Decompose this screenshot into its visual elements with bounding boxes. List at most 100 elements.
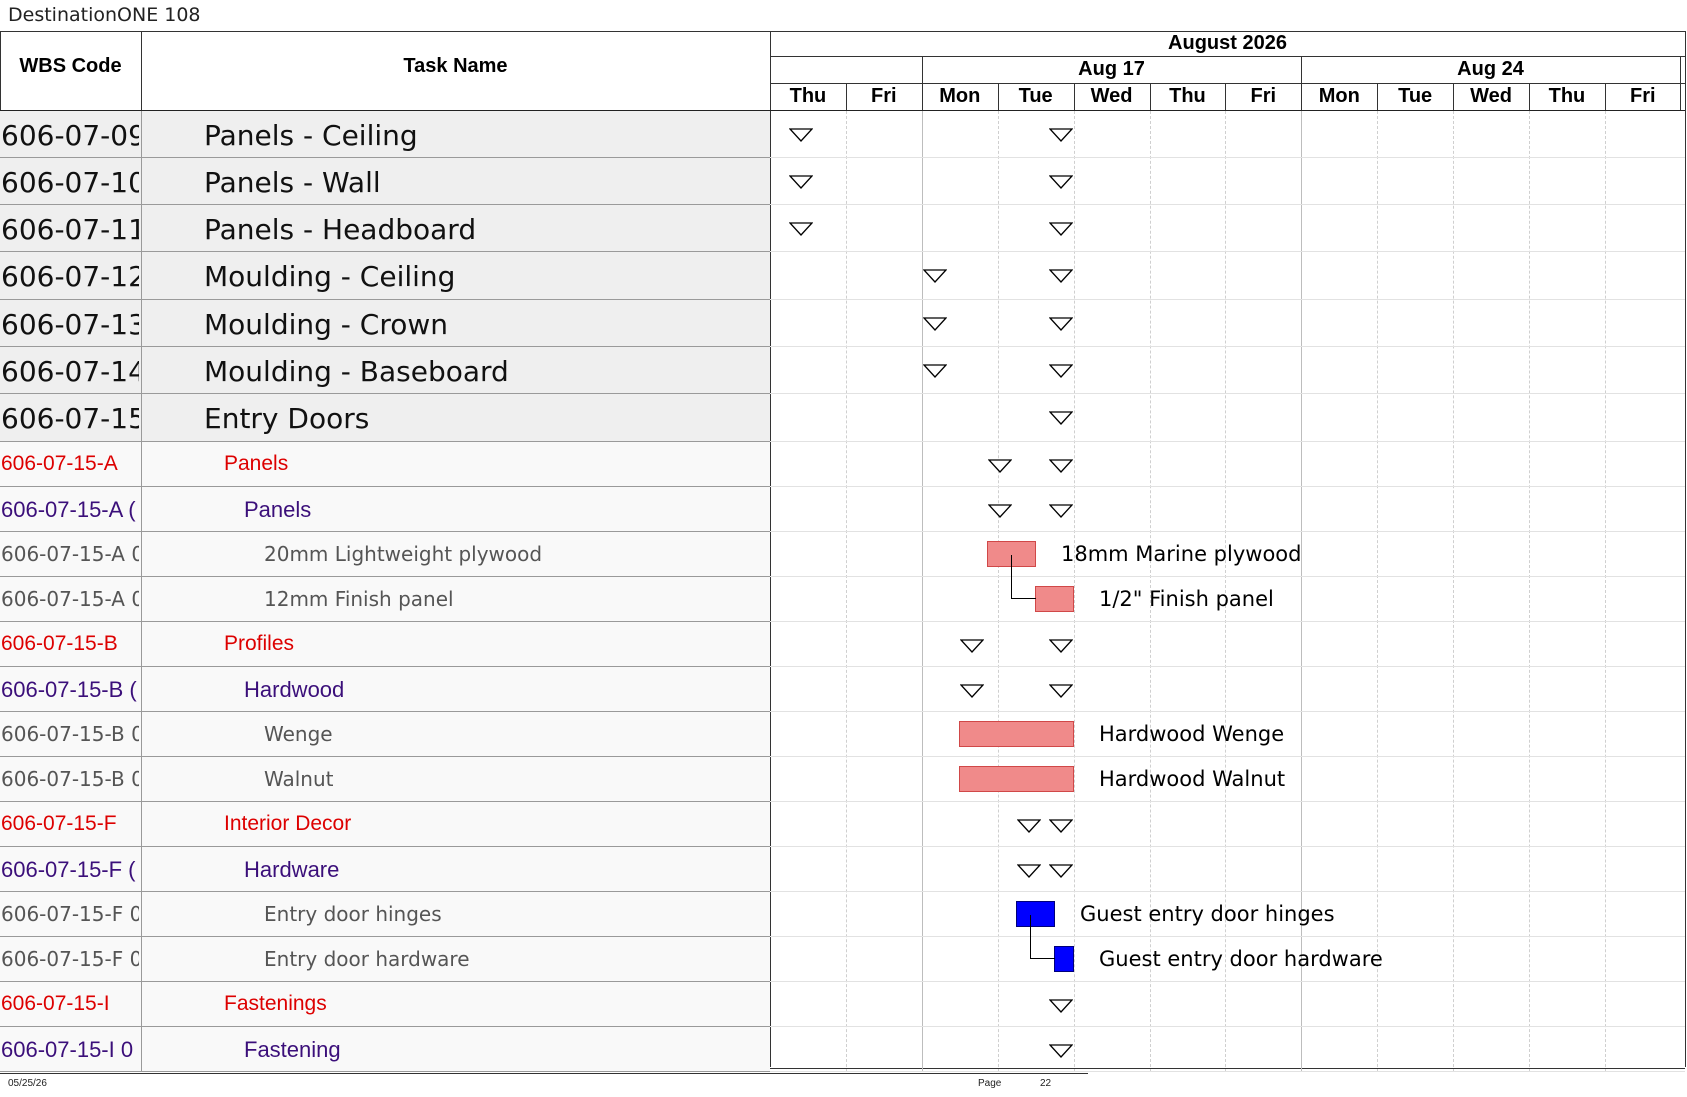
task-bar[interactable] [1035, 586, 1074, 612]
column-header-wbs[interactable]: WBS Code [0, 55, 141, 78]
table-row[interactable]: 606-07-15-A Panels [0, 442, 770, 487]
table-row[interactable]: 606-07-15-A 01 20mm Lightweight plywood [0, 532, 770, 577]
milestone-marker[interactable] [1048, 459, 1074, 473]
footer-divider [0, 1073, 1088, 1074]
column-separator [141, 937, 142, 981]
milestone-marker[interactable] [922, 317, 948, 331]
wbs-code-cell: 606-07-15-F ( [1, 857, 136, 882]
milestone-marker[interactable] [1048, 128, 1074, 142]
day-divider [845, 84, 847, 110]
table-row[interactable]: 606-07-15-F 01 Entry door hinges [0, 892, 770, 937]
milestone-marker[interactable] [987, 459, 1013, 473]
task-bar-label: Hardwood Wenge [1099, 722, 1285, 746]
milestone-marker[interactable] [1048, 411, 1074, 425]
day-divider [1453, 84, 1455, 110]
column-header-task-name[interactable]: Task Name [141, 55, 770, 78]
table-row[interactable]: 606-07-15-A (Panels [0, 487, 770, 532]
milestone-marker[interactable] [1048, 504, 1074, 518]
task-name-cell: Moulding - Baseboard [204, 355, 509, 388]
column-separator [141, 347, 142, 393]
column-separator [141, 622, 142, 666]
milestone-marker[interactable] [1016, 819, 1042, 833]
chart-gridline [1453, 111, 1455, 1072]
wbs-code-cell: 606-07-15-A 01 [1, 587, 139, 611]
task-name-cell: Panels [224, 452, 289, 475]
milestone-marker[interactable] [959, 684, 985, 698]
milestone-marker[interactable] [1016, 864, 1042, 878]
table-row[interactable]: 606-07-15-B 01 Wenge [0, 712, 770, 757]
table-row[interactable]: 606-07-15-I Fastenings [0, 982, 770, 1027]
milestone-marker[interactable] [1048, 222, 1074, 236]
table-row[interactable]: 606-07-15-F (Hardware [0, 847, 770, 892]
milestone-marker[interactable] [788, 128, 814, 142]
chart-row-line [770, 846, 1685, 847]
chart-row-line [770, 666, 1685, 667]
milestone-marker[interactable] [1048, 175, 1074, 189]
table-row[interactable]: 606-07-14 Moulding - Baseboard [0, 347, 770, 394]
milestone-marker[interactable] [788, 222, 814, 236]
task-bar[interactable] [959, 766, 1074, 792]
chart-gridline [1377, 111, 1379, 1072]
chart-left-border [770, 31, 771, 1067]
task-bar-label: Guest entry door hinges [1080, 902, 1335, 926]
table-row[interactable]: 606-07-15-B Profiles [0, 622, 770, 667]
wbs-code-cell: 606-07-12 [1, 260, 139, 293]
footer-page-label: Page [978, 1078, 1002, 1089]
table-row[interactable]: 606-07-09 Panels - Ceiling [0, 111, 770, 158]
chart-row-line [770, 204, 1685, 205]
day-divider [1604, 84, 1606, 110]
table-row[interactable]: 606-07-15 Entry Doors [0, 394, 770, 442]
task-name-cell: Fastening [244, 1037, 341, 1062]
task-name-cell: Walnut [264, 767, 334, 791]
wbs-code-cell: 606-07-15-A [1, 452, 118, 475]
table-row[interactable]: 606-07-10 Panels - Wall [0, 158, 770, 205]
wbs-code-cell: 606-07-15-I [1, 992, 110, 1015]
milestone-marker[interactable] [788, 175, 814, 189]
milestone-marker[interactable] [1048, 269, 1074, 283]
timescale-week-aug17: Aug 17 [1078, 58, 1145, 80]
task-name-cell: Entry Doors [204, 402, 370, 435]
table-row[interactable]: 606-07-15-B 01 Walnut [0, 757, 770, 802]
milestone-marker[interactable] [1048, 819, 1074, 833]
milestone-marker[interactable] [987, 504, 1013, 518]
column-separator [141, 442, 142, 486]
table-row[interactable]: 606-07-12 Moulding - Ceiling [0, 252, 770, 300]
wbs-code-cell: 606-07-10 [1, 166, 139, 199]
chart-gridline [845, 111, 847, 1072]
task-name-cell: Panels - Headboard [204, 213, 477, 246]
table-row[interactable]: 606-07-15-F Interior Decor [0, 802, 770, 847]
wbs-code-cell: 606-07-15-B [1, 632, 118, 655]
milestone-marker[interactable] [922, 269, 948, 283]
milestone-marker[interactable] [1048, 684, 1074, 698]
milestone-marker[interactable] [1048, 1044, 1074, 1058]
milestone-marker[interactable] [922, 364, 948, 378]
wbs-code-cell: 606-07-15-F 01 [1, 902, 139, 926]
table-row[interactable]: 606-07-15-F 01 Entry door hardware [0, 937, 770, 982]
column-separator [141, 577, 142, 621]
chart-row-line [770, 486, 1685, 487]
task-name-cell: Moulding - Crown [204, 308, 449, 341]
chart-row-line [770, 936, 1685, 937]
chart-row-line [770, 756, 1685, 757]
milestone-marker[interactable] [1048, 317, 1074, 331]
task-name-cell: Interior Decor [224, 812, 352, 835]
table-row[interactable]: 606-07-15-B (Hardwood [0, 667, 770, 712]
wbs-code-cell: 606-07-15-B ( [1, 677, 137, 702]
column-separator [141, 300, 142, 346]
column-separator [141, 847, 142, 891]
milestone-marker[interactable] [1048, 864, 1074, 878]
table-row[interactable]: 606-07-11 Panels - Headboard [0, 205, 770, 252]
milestone-marker[interactable] [1048, 364, 1074, 378]
task-bar[interactable] [959, 721, 1074, 747]
task-bar-label: Guest entry door hardware [1099, 947, 1383, 971]
milestone-marker[interactable] [1048, 639, 1074, 653]
table-row[interactable]: 606-07-13 Moulding - Crown [0, 300, 770, 347]
chart-row-line [770, 621, 1685, 622]
milestone-marker[interactable] [959, 639, 985, 653]
chart-gridline [1301, 111, 1303, 1072]
wbs-code-cell: 606-07-15-F [1, 812, 117, 835]
task-bar[interactable] [1054, 946, 1074, 972]
table-row[interactable]: 606-07-15-A 01 12mm Finish panel [0, 577, 770, 622]
milestone-marker[interactable] [1048, 999, 1074, 1013]
table-row[interactable]: 606-07-15-I 0 Fastening [0, 1027, 770, 1072]
